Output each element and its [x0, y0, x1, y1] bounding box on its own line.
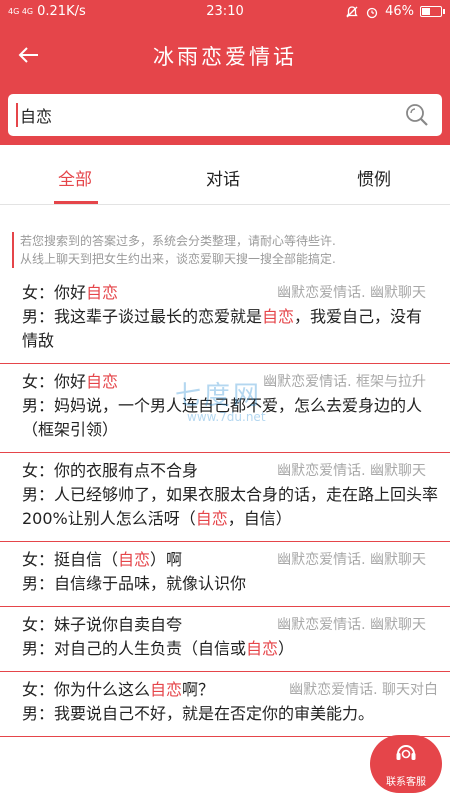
question-line: 女：妹子说你自卖自夸 幽默恋爱情话. 幽默聊天 [22, 613, 438, 637]
keyword-highlight: 自恋 [246, 639, 279, 658]
result-item[interactable]: 女：妹子说你自卖自夸 幽默恋爱情话. 幽默聊天 男：对自己的人生负责（自信或自恋… [0, 607, 450, 672]
search-box [8, 94, 442, 136]
category-tag: 幽默恋爱情话. 幽默聊天 [277, 463, 426, 479]
keyword-highlight: 自恋 [262, 307, 295, 326]
notice-line-2: 从线上聊天到把女生约出来，谈恋爱聊天搜一搜全部能搞定. [20, 252, 336, 266]
keyword-highlight: 自恋 [86, 283, 119, 302]
result-item[interactable]: 女：挺自信（自恋）啊 幽默恋爱情话. 幽默聊天 男：自信缘于品味，就像认识你 [0, 542, 450, 607]
answer-line: 男：人已经够帅了，如果衣服太合身的话，走在路上回头率200%让别人怎么活呀（自恋… [22, 483, 438, 531]
tab-routine[interactable]: 惯例 [357, 165, 391, 190]
app-header: 冰雨恋爱情话 [0, 25, 450, 85]
question-text: 女：挺自信（ [22, 550, 119, 569]
answer-line: 男：我要说自己不好，就是在否定你的审美能力。 [22, 702, 438, 726]
battery-percent: 46% [385, 4, 414, 19]
question-text: 女：你的衣服有点不合身 [22, 461, 199, 480]
answer-text: 男：我要说自己不好，就是在否定你的审美能力。 [22, 704, 375, 723]
answer-text-tail: ） [278, 639, 295, 658]
question-text: 女：你为什么这么 [22, 680, 151, 699]
answer-line: 男：妈妈说，一个男人连自己都不爱，怎么去爱身边的人（框架引领） [22, 394, 438, 442]
question-line: 女：挺自信（自恋）啊 幽默恋爱情话. 幽默聊天 [22, 548, 438, 572]
answer-line: 男：对自己的人生负责（自信或自恋） [22, 637, 438, 661]
result-item[interactable]: 女：你为什么这么自恋啊？ 幽默恋爱情话. 聊天对白 男：我要说自己不好，就是在否… [0, 672, 450, 737]
question-line: 女：你的衣服有点不合身 幽默恋爱情话. 幽默聊天 [22, 459, 438, 483]
result-item[interactable]: 女：你的衣服有点不合身 幽默恋爱情话. 幽默聊天 男：人已经够帅了，如果衣服太合… [0, 453, 450, 542]
category-tag: 幽默恋爱情话. 框架与拉升 [263, 374, 426, 390]
search-bar [0, 85, 450, 145]
tab-all[interactable]: 全部 [58, 165, 92, 190]
question-text-tail: ）啊 [150, 550, 183, 569]
status-right: 46% [345, 4, 445, 19]
status-bar: 4G 4G 0.21K/s 23:10 46% [0, 0, 450, 25]
answer-line: 男：自信缘于品味，就像认识你 [22, 572, 438, 596]
result-item[interactable]: 女：你好自恋 幽默恋爱情话. 幽默聊天 男：我这辈子谈过最长的恋爱就是自恋，我爱… [0, 275, 450, 364]
tab-bar: 全部 对话 惯例 [0, 145, 450, 205]
keyword-highlight: 自恋 [118, 550, 151, 569]
question-line: 女：你好自恋 幽默恋爱情话. 幽默聊天 [22, 281, 438, 305]
customer-service-button[interactable]: 联系客服 [370, 735, 442, 793]
customer-service-label: 联系客服 [386, 777, 426, 788]
keyword-highlight: 自恋 [86, 372, 119, 391]
category-tag: 幽默恋爱情话. 幽默聊天 [277, 617, 426, 633]
search-notice: 若您搜索到的答案过多，系统会分类整理，请耐心等待些许. 从线上聊天到把女生约出来… [12, 232, 442, 268]
headset-agent-icon [396, 745, 416, 760]
mute-bell-icon [346, 5, 358, 17]
result-item[interactable]: 女：你好自恋 幽默恋爱情话. 框架与拉升 男：妈妈说，一个男人连自己都不爱，怎么… [0, 364, 450, 453]
notice-line-1: 若您搜索到的答案过多，系统会分类整理，请耐心等待些许. [20, 234, 336, 248]
question-line: 女：你为什么这么自恋啊？ 幽默恋爱情话. 聊天对白 [22, 678, 438, 702]
answer-text: 男：妈妈说，一个男人连自己都不爱，怎么去爱身边的人（框架引领） [22, 396, 423, 439]
alarm-icon [366, 7, 378, 18]
category-tag: 幽默恋爱情话. 幽默聊天 [277, 285, 426, 301]
keyword-highlight: 自恋 [195, 509, 228, 528]
keyword-highlight: 自恋 [150, 680, 183, 699]
battery-level [422, 8, 430, 15]
battery-icon [420, 6, 445, 17]
question-text: 女：你好 [22, 372, 87, 391]
answer-text: 男：自信缘于品味，就像认识你 [22, 574, 247, 593]
page-title: 冰雨恋爱情话 [153, 45, 297, 69]
search-input[interactable] [16, 103, 386, 127]
answer-text-tail: ，自信） [227, 509, 292, 528]
active-tab-indicator [54, 201, 98, 204]
question-text: 女：你好 [22, 283, 87, 302]
result-list: 女：你好自恋 幽默恋爱情话. 幽默聊天 男：我这辈子谈过最长的恋爱就是自恋，我爱… [0, 275, 450, 737]
answer-text: 男：我这辈子谈过最长的恋爱就是 [22, 307, 263, 326]
question-line: 女：你好自恋 幽默恋爱情话. 框架与拉升 [22, 370, 438, 394]
search-icon[interactable] [404, 102, 430, 128]
category-tag: 幽默恋爱情话. 幽默聊天 [277, 552, 426, 568]
answer-line: 男：我这辈子谈过最长的恋爱就是自恋，我爱自己，没有情敌 [22, 305, 438, 353]
tab-dialogue[interactable]: 对话 [206, 165, 240, 190]
answer-text: 男：对自己的人生负责（自信或 [22, 639, 247, 658]
question-text: 女：妹子说你自卖自夸 [22, 615, 183, 634]
question-text-tail: 啊？ [182, 680, 215, 699]
category-tag: 幽默恋爱情话. 聊天对白 [289, 682, 438, 698]
